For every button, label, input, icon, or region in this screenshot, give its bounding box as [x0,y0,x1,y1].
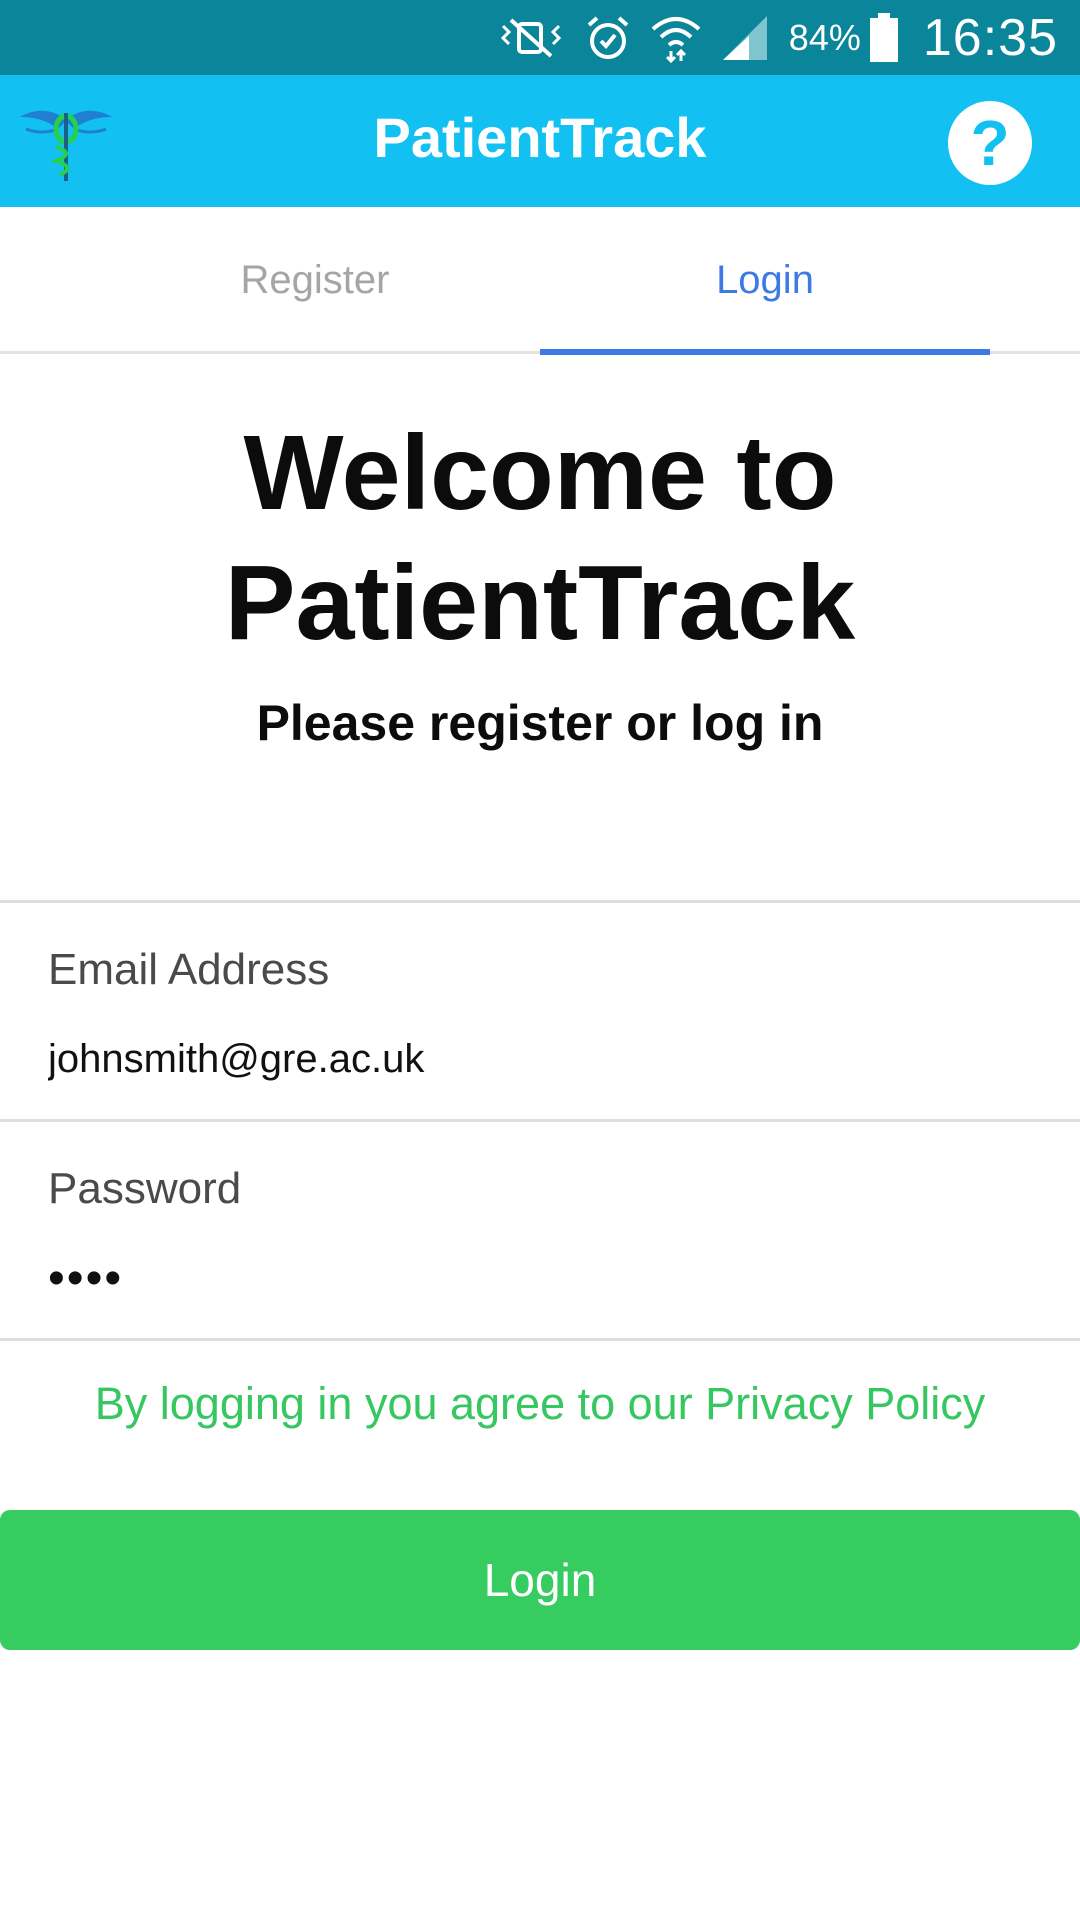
tab-register[interactable]: Register [90,207,540,354]
signal-icon [719,14,771,62]
status-bar: 84% 16:35 [0,0,1080,75]
welcome-subtitle: Please register or log in [256,695,824,751]
password-label: Password [48,1164,242,1213]
battery-percent: 84% [788,16,861,58]
tab-login[interactable]: Login [540,207,990,354]
app-bar: PatientTrack ? [0,75,1080,207]
battery-icon [869,12,899,63]
email-input[interactable] [48,1029,1028,1089]
welcome-title: Welcome to PatientTrack [0,408,1080,668]
privacy-policy-link[interactable]: By logging in you agree to our Privacy P… [0,1378,1080,1430]
wifi-icon [649,13,703,63]
vibrate-mute-icon [497,16,567,60]
help-icon: ? [970,107,1010,179]
login-button[interactable]: Login [0,1510,1080,1650]
welcome-line-2: PatientTrack [224,544,856,662]
help-button[interactable]: ? [948,101,1032,185]
caduceus-logo-icon [18,103,114,183]
password-field-group: Password [0,1119,1080,1338]
password-input[interactable] [48,1248,1028,1308]
divider [0,1338,1080,1341]
auth-tabs: Register Login [0,207,1080,355]
email-label: Email Address [48,945,330,994]
alarm-icon [583,13,633,63]
status-time: 16:35 [922,8,1058,67]
app-title: PatientTrack [373,106,707,169]
welcome-line-1: Welcome to [243,414,837,532]
active-tab-indicator [540,349,990,355]
email-field-group: Email Address [0,900,1080,1119]
